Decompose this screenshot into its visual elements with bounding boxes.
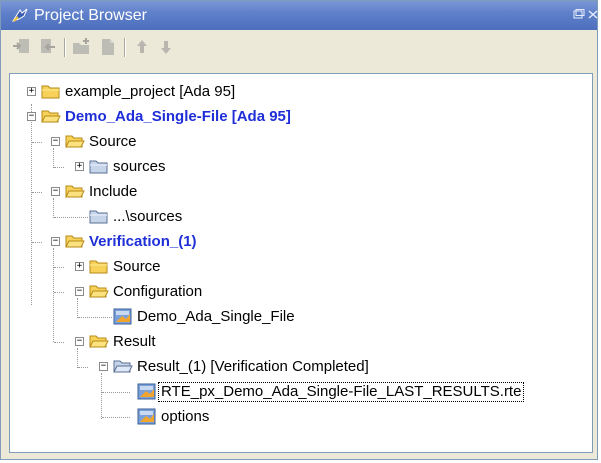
tree-node-label[interactable]: RTE_px_Demo_Ada_Single-File_LAST_RESULTS… bbox=[157, 382, 525, 402]
tree-node-label[interactable]: Demo_Ada_Single_File bbox=[135, 308, 297, 326]
tree-node-label[interactable]: Include bbox=[87, 183, 139, 201]
tree-node-label[interactable]: Source bbox=[87, 133, 139, 151]
tree-node-label[interactable]: example_project [Ada 95] bbox=[63, 83, 237, 101]
tree-node[interactable]: − Demo_Ada_Single-File [Ada 95] bbox=[10, 106, 592, 128]
folder-open-icon bbox=[65, 133, 85, 150]
tree-node[interactable]: + sources bbox=[10, 156, 592, 178]
tree-node[interactable]: options bbox=[10, 406, 592, 428]
collapse-icon[interactable]: − bbox=[51, 237, 60, 246]
tree-node-label[interactable]: ...\sources bbox=[111, 208, 184, 226]
collapse-icon[interactable]: − bbox=[99, 362, 108, 371]
tree-node-label[interactable]: Source bbox=[111, 258, 163, 276]
toolbar bbox=[1, 30, 597, 64]
collapse-icon[interactable]: − bbox=[51, 187, 60, 196]
folder-closed-icon bbox=[41, 83, 61, 100]
collapse-icon[interactable]: − bbox=[51, 137, 60, 146]
tree-node-label[interactable]: Result bbox=[111, 333, 158, 351]
project-browser-icon bbox=[11, 7, 29, 23]
tree-node[interactable]: + example_project [Ada 95] bbox=[10, 81, 592, 103]
tree-node[interactable]: RTE_px_Demo_Ada_Single-File_LAST_RESULTS… bbox=[10, 381, 592, 403]
move-in-icon[interactable] bbox=[11, 37, 33, 57]
close-icon[interactable] bbox=[587, 9, 599, 20]
tree-node[interactable]: Demo_Ada_Single_File bbox=[10, 306, 592, 328]
options-file-icon bbox=[137, 408, 157, 425]
folder-open-icon bbox=[41, 108, 61, 125]
toolbar-separator bbox=[124, 38, 125, 57]
tree-node-label[interactable]: Verification_(1) bbox=[87, 233, 199, 251]
tree-node[interactable]: ...\sources bbox=[10, 206, 592, 228]
tree-node-label[interactable]: Result_(1) [Verification Completed] bbox=[135, 358, 371, 376]
folder-blue-icon bbox=[89, 158, 109, 175]
folder-open-icon bbox=[65, 233, 85, 250]
collapse-icon[interactable]: − bbox=[75, 287, 84, 296]
folder-blue-icon bbox=[89, 208, 109, 225]
result-file-icon bbox=[137, 383, 157, 400]
title-bar[interactable]: Project Browser bbox=[1, 1, 599, 30]
expand-icon[interactable]: + bbox=[75, 162, 84, 171]
tree-node-label[interactable]: Demo_Ada_Single-File [Ada 95] bbox=[63, 108, 293, 126]
tree-node[interactable]: − Verification_(1) bbox=[10, 231, 592, 253]
folder-blue-open-icon bbox=[113, 358, 133, 375]
restore-icon[interactable] bbox=[573, 9, 585, 20]
window-title: Project Browser bbox=[34, 7, 147, 24]
tree-node[interactable]: − Result bbox=[10, 331, 592, 353]
tree-node[interactable]: − Result_(1) [Verification Completed] bbox=[10, 356, 592, 378]
toolbar-separator bbox=[64, 38, 65, 57]
folder-open-icon bbox=[89, 333, 109, 350]
arrow-up-icon[interactable] bbox=[131, 37, 153, 57]
project-tree[interactable]: + example_project [Ada 95] − Demo_Ada_Singl… bbox=[9, 73, 593, 453]
tree-node[interactable]: − Configuration bbox=[10, 281, 592, 303]
expand-icon[interactable]: + bbox=[75, 262, 84, 271]
collapse-icon[interactable]: − bbox=[27, 112, 36, 121]
folder-closed-icon bbox=[89, 258, 109, 275]
tree-node-label[interactable]: Configuration bbox=[111, 283, 204, 301]
tree-node-label[interactable]: sources bbox=[111, 158, 168, 176]
tree-node[interactable]: + Source bbox=[10, 256, 592, 278]
tree-node-label[interactable]: options bbox=[159, 408, 211, 426]
move-out-icon[interactable] bbox=[37, 37, 59, 57]
expand-icon[interactable]: + bbox=[27, 87, 36, 96]
collapse-icon[interactable]: − bbox=[75, 337, 84, 346]
new-file-icon[interactable] bbox=[97, 37, 119, 57]
folder-open-icon bbox=[65, 183, 85, 200]
arrow-down-icon[interactable] bbox=[155, 37, 177, 57]
project-browser-panel: Project Browser + example_project [Ada 9… bbox=[0, 0, 598, 460]
config-file-icon bbox=[113, 308, 133, 325]
folder-open-icon bbox=[89, 283, 109, 300]
tree-node[interactable]: − Include bbox=[10, 181, 592, 203]
new-folder-icon[interactable] bbox=[71, 37, 93, 57]
tree-node[interactable]: − Source bbox=[10, 131, 592, 153]
